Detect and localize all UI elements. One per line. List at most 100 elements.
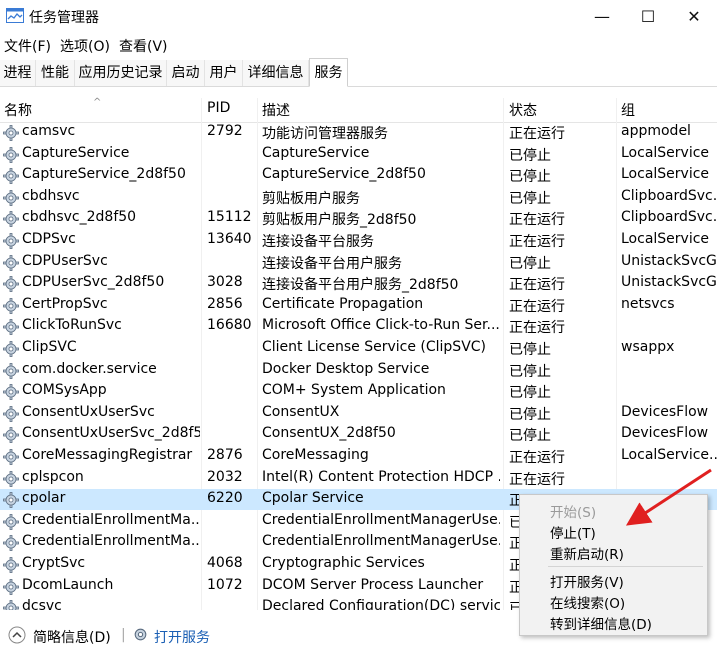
service-description: 连接设备平台用户服务	[262, 255, 402, 272]
service-description: 剪贴板用户服务_2d8f50	[262, 212, 417, 229]
table-row[interactable]: cbdhsvc_2d8f50 15112 剪贴板用户服务_2d8f50 正在运行 Cli…	[0, 208, 717, 229]
table-row[interactable]: com.docker.service Docker Desktop Service…	[0, 360, 717, 381]
tab-users[interactable]: 用户	[205, 60, 243, 86]
service-name: CoreMessagingRegistrar	[22, 447, 193, 463]
table-row[interactable]: cplspcon 2032 Intel(R) Content Protection …	[0, 468, 717, 489]
col-group[interactable]: 组	[621, 100, 635, 120]
service-name: cbdhsvc	[22, 187, 80, 204]
menu-file[interactable]: 文件(F)	[4, 36, 51, 56]
sort-ascending-icon: ^	[93, 97, 102, 108]
service-status: 已停止	[509, 428, 551, 445]
service-name: ConsentUxUserSvc_2d8f50	[22, 425, 200, 442]
gear-service-icon	[3, 276, 19, 293]
gear-service-icon	[3, 449, 19, 465]
gear-service-icon	[3, 254, 19, 271]
service-name: ClickToRunSvc	[22, 317, 122, 334]
service-group: LocalService	[621, 166, 710, 183]
context-menu: 开始(S) 停止(T) 重新启动(R) 打开服务(V) 在线搜索(O) 转到详细信息(D)	[519, 494, 708, 636]
service-group: DevicesFlow	[621, 425, 709, 442]
open-services-gear-icon	[134, 628, 147, 641]
service-description: CaptureService_2d8f50	[262, 166, 426, 183]
service-name: CredentialEnrollmentMa...	[22, 511, 200, 528]
table-row[interactable]: ConsentUxUserSvc_2d8f50 ConsentUX_2d8f50 已…	[0, 424, 717, 445]
table-row[interactable]: ConsentUxUserSvc ConsentUX 已停止 DevicesFlow	[0, 403, 717, 424]
service-pid: 2856	[207, 295, 243, 312]
service-pid: 2792	[207, 123, 243, 139]
service-pid: 1072	[207, 576, 243, 593]
gear-service-icon	[3, 492, 19, 509]
gear-service-icon	[3, 168, 19, 185]
column-header: ^ 名称 PID 描述 状态 组	[0, 97, 717, 123]
col-pid[interactable]: PID	[207, 100, 230, 116]
col-status[interactable]: 状态	[509, 100, 537, 120]
service-status: 正在运行	[509, 298, 565, 315]
service-description: ConsentUX	[262, 403, 340, 420]
maximize-icon: ☐	[640, 6, 656, 26]
context-search-online[interactable]: 在线搜索(O)	[550, 592, 625, 612]
service-description: 功能访问管理器服务	[262, 126, 388, 142]
service-group: LocalService	[621, 144, 710, 161]
service-description: CoreMessaging	[262, 447, 369, 463]
table-row[interactable]: CertPropSvc 2856 Certificate Propagation 正在…	[0, 295, 717, 316]
gear-service-icon	[3, 405, 19, 422]
table-row[interactable]: ClickToRunSvc 16680 Microsoft Office Click…	[0, 316, 717, 337]
service-name: CryptSvc	[22, 555, 86, 571]
gear-service-icon	[3, 146, 19, 163]
service-pid: 2876	[207, 447, 243, 463]
fewer-details-link[interactable]: 简略信息(D)	[33, 627, 111, 647]
collapse-chevron-icon[interactable]	[8, 626, 26, 644]
context-stop[interactable]: 停止(T)	[550, 522, 596, 542]
col-description[interactable]: 描述	[262, 100, 290, 120]
gear-service-icon	[3, 341, 19, 357]
service-name: DcomLaunch	[22, 576, 114, 593]
service-status: 已停止	[509, 406, 551, 423]
open-services-link[interactable]: 打开服务	[154, 627, 210, 647]
service-name: dcsvc	[22, 598, 62, 610]
table-row[interactable]: CaptureService CaptureService 已停止 LocalServ…	[0, 144, 717, 165]
service-pid: 13640	[207, 231, 252, 247]
table-row[interactable]: CoreMessagingRegistrar 2876 CoreMessaging 正…	[0, 446, 717, 467]
service-pid: 6220	[207, 490, 243, 507]
table-row[interactable]: CDPUserSvc 连接设备平台用户服务 已停止 UnistackSvcG...	[0, 252, 717, 273]
gear-service-icon	[3, 470, 19, 487]
maximize-button[interactable]: ☐	[625, 0, 671, 32]
context-open-services[interactable]: 打开服务(V)	[550, 571, 624, 591]
tab-services[interactable]: 服务	[309, 58, 348, 87]
table-row[interactable]: cbdhsvc 剪贴板用户服务 已停止 ClipboardSvc...	[0, 187, 717, 208]
gear-service-icon	[3, 557, 19, 573]
service-name: CDPSvc	[22, 231, 76, 247]
table-row[interactable]: CDPUserSvc_2d8f50 3028 连接设备平台用户服务_2d8f50 正在…	[0, 273, 717, 294]
minimize-button[interactable]: —	[579, 0, 625, 32]
tab-processes[interactable]: 进程	[0, 60, 36, 86]
window-title: 任务管理器	[29, 10, 99, 26]
table-row[interactable]: CaptureService_2d8f50 CaptureService_2d8f…	[0, 165, 717, 186]
table-row[interactable]: camsvc 2792 功能访问管理器服务 正在运行 appmodel	[0, 122, 717, 143]
service-status: 正在运行	[509, 450, 565, 466]
service-status: 正在运行	[509, 126, 565, 142]
menu-view[interactable]: 查看(V)	[119, 36, 168, 56]
close-button[interactable]: ✕	[671, 0, 717, 32]
tab-performance[interactable]: 性能	[36, 60, 75, 86]
service-name: COMSysApp	[22, 382, 107, 399]
col-name[interactable]: 名称	[4, 100, 32, 120]
tab-app-history[interactable]: 应用历史记录	[75, 60, 167, 86]
service-description: Cpolar Service	[262, 490, 364, 507]
gear-service-icon	[3, 297, 19, 314]
table-row[interactable]: COMSysApp COM+ System Application 已停止	[0, 381, 717, 402]
tab-details[interactable]: 详细信息	[243, 60, 309, 86]
tab-startup[interactable]: 启动	[167, 60, 205, 86]
table-row[interactable]: CDPSvc 13640 连接设备平台服务 正在运行 LocalService	[0, 230, 717, 251]
service-name: camsvc	[22, 123, 76, 139]
service-description: 剪贴板用户服务	[262, 190, 360, 207]
table-row[interactable]: ClipSVC Client License Service (ClipSVC) 已…	[0, 338, 717, 359]
service-status: 正在运行	[509, 234, 565, 250]
gear-service-icon	[3, 211, 19, 228]
status-footer: 简略信息(D) | 打开服务	[0, 622, 717, 646]
menu-options[interactable]: 选项(O)	[60, 36, 110, 56]
context-restart[interactable]: 重新启动(R)	[550, 543, 624, 563]
service-description: Docker Desktop Service	[262, 360, 430, 377]
service-description: CaptureService	[262, 144, 370, 161]
service-description: 连接设备平台服务	[262, 234, 374, 250]
service-description: DCOM Server Process Launcher	[262, 576, 484, 593]
service-status: 已停止	[509, 255, 551, 272]
